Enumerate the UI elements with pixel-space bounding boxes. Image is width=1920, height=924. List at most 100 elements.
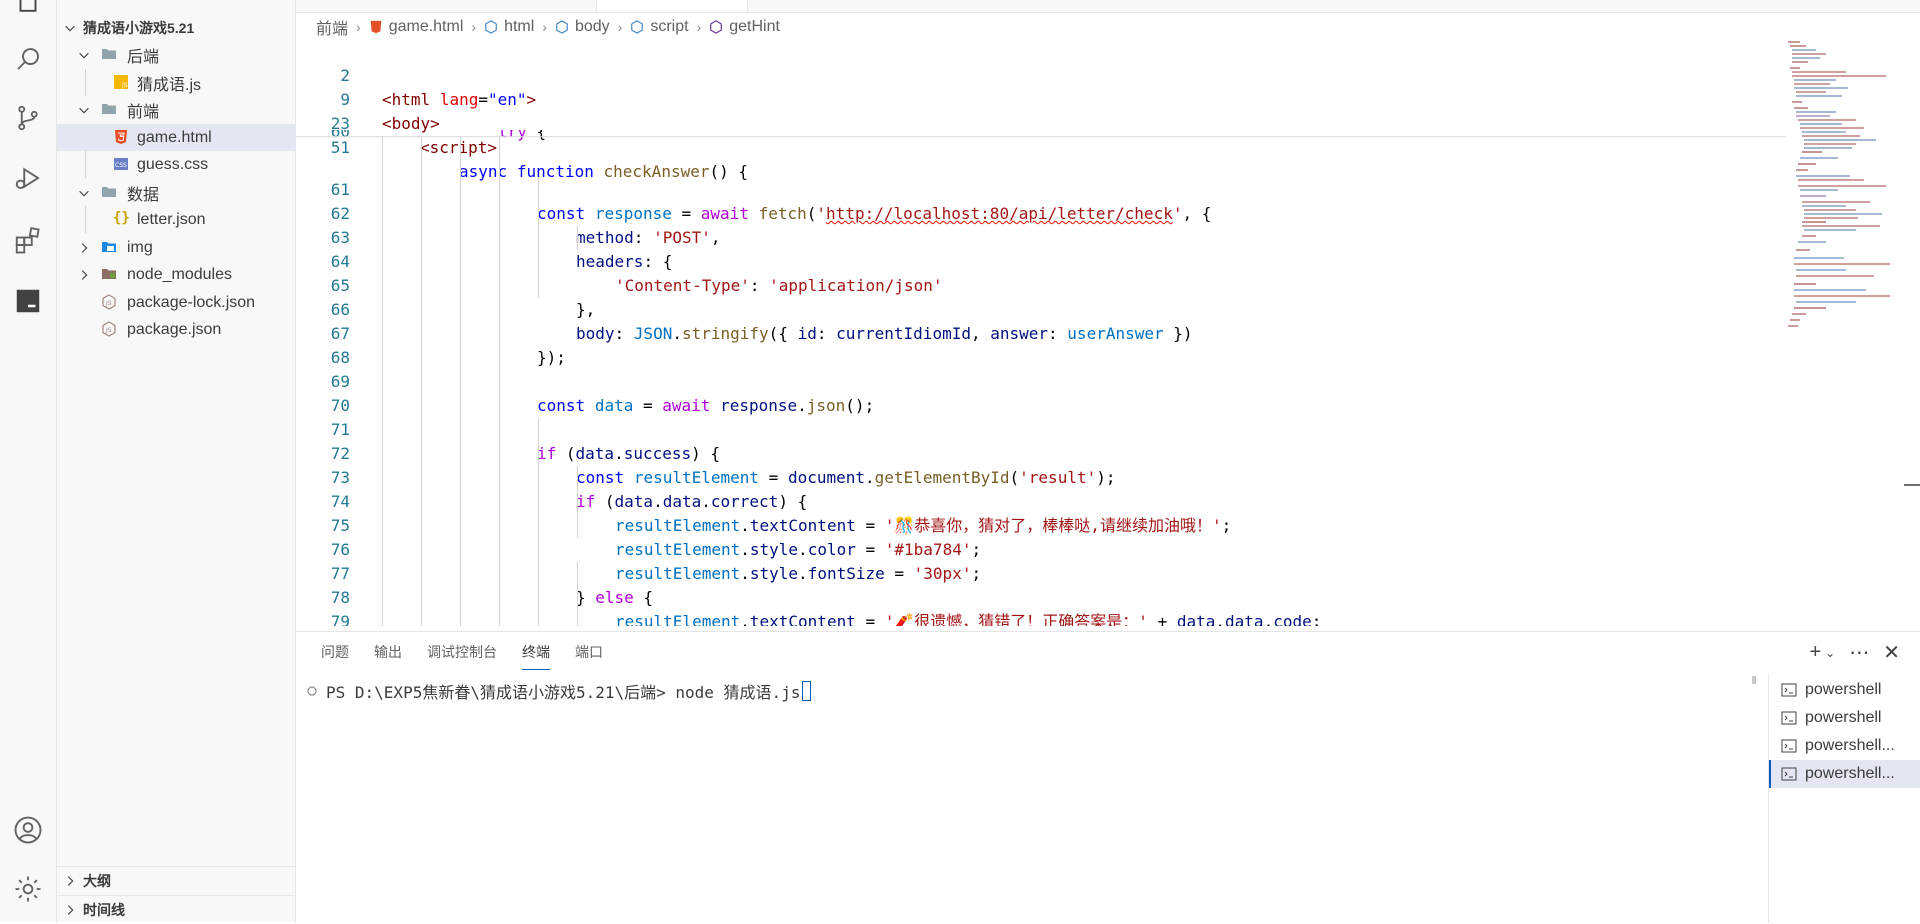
- image-folder-icon: [102, 242, 116, 252]
- code-line: 62 method: 'POST',: [296, 178, 1786, 247]
- chevron-right-icon: ›: [356, 19, 361, 35]
- terminal-item[interactable]: powershell...: [1769, 732, 1920, 760]
- code-line: 64 'Content-Type': 'application/json': [296, 226, 1786, 295]
- tab-debug-console[interactable]: 调试控制台: [427, 632, 497, 672]
- tree-item-file[interactable]: JS 猜成语.js: [57, 69, 296, 96]
- chevron-right-icon: ›: [617, 19, 623, 35]
- element-symbol-icon: [631, 20, 644, 34]
- chevron-down-icon[interactable]: ⌄: [1825, 646, 1835, 660]
- terminal-scrollbar[interactable]: [1752, 676, 1756, 684]
- chevron-right-icon: ›: [696, 19, 702, 35]
- chevron-down-icon: [65, 25, 75, 31]
- method-symbol-icon: [710, 20, 723, 34]
- tree-item-folder[interactable]: 前端: [57, 96, 296, 123]
- terminal-icon: [1781, 739, 1797, 753]
- breadcrumb: 前端 › game.html › html › body › script › …: [296, 14, 1920, 40]
- tab-output[interactable]: 输出: [374, 632, 402, 672]
- terminal-item-active[interactable]: powershell...: [1769, 760, 1920, 788]
- tab-ports[interactable]: 端口: [575, 632, 603, 672]
- tree-item-file[interactable]: JS package-lock.json: [57, 289, 296, 316]
- search-icon[interactable]: [12, 43, 44, 75]
- code-line: 65 },: [296, 250, 1786, 319]
- npm-json-icon: JS: [102, 321, 116, 337]
- chevron-right-icon: [81, 242, 88, 253]
- terminal-line[interactable]: PS D:\EXP5焦新眷\猜成语小游戏5.21\后端> node 猜成语.js: [306, 679, 812, 703]
- breadcrumb-symbol[interactable]: html: [484, 18, 534, 36]
- tree-item-label: 猜成语.js: [137, 76, 202, 94]
- extensions-icon[interactable]: [12, 224, 44, 256]
- code-line: 68: [296, 322, 1786, 367]
- breadcrumb-symbol[interactable]: body: [555, 18, 610, 36]
- indent-guide: [538, 418, 539, 626]
- chevron-right-icon: ›: [471, 19, 477, 35]
- terminal-item-label: powershell: [1805, 709, 1882, 726]
- tree-item-label: game.html: [137, 128, 212, 146]
- tab-terminal[interactable]: 终端: [522, 632, 550, 672]
- code-line: 75 resultElement.style.color = '#1ba784'…: [296, 490, 1786, 559]
- html-file-icon: [370, 20, 381, 34]
- breadcrumb-label: 前端: [316, 21, 349, 38]
- html-file-icon: [115, 130, 127, 144]
- outline-section[interactable]: 大纲: [57, 866, 296, 895]
- panel-tabs: 问题 输出 调试控制台 终端 端口: [296, 632, 603, 672]
- element-symbol-icon: [485, 20, 497, 34]
- tree-item-file[interactable]: JS package.json: [57, 316, 296, 343]
- breadcrumb-symbol[interactable]: script: [630, 18, 689, 36]
- explorer-root-label: 猜成语小游戏5.21: [83, 19, 195, 36]
- active-editor-tab[interactable]: [596, 0, 748, 12]
- tree-item-label: letter.json: [137, 210, 206, 228]
- breadcrumb-label: body: [574, 18, 610, 35]
- tree-item-folder[interactable]: node_modules: [57, 261, 296, 288]
- new-terminal-plus-icon[interactable]: +: [1809, 641, 1821, 664]
- tree-item-label: img: [127, 238, 153, 256]
- explorer-icon[interactable]: [12, 0, 44, 18]
- code-editor[interactable]: 2 <html lang="en"> 9 <body> 23 <script> …: [296, 40, 1786, 626]
- svg-text:CSS: CSS: [115, 162, 127, 169]
- explorer-root[interactable]: 猜成语小游戏5.21: [57, 14, 296, 41]
- tree-item-folder[interactable]: 后端: [57, 41, 296, 68]
- tree-item-file[interactable]: {} letter.json: [57, 206, 296, 233]
- minimap[interactable]: [1786, 40, 1892, 626]
- breadcrumb-file[interactable]: game.html: [369, 18, 463, 36]
- explorer-sidebar: 猜成语小游戏5.21 后端 JS 猜成语.js 前端 game.html CSS…: [57, 0, 296, 922]
- bottom-panel: 问题 输出 调试控制台 终端 端口 + ⌄ ⋯ ✕ PS D:\EXP5焦新眷\…: [296, 631, 1920, 923]
- tree-item-label: guess.css: [137, 155, 209, 173]
- indent-guide: [577, 466, 578, 538]
- terminal-item[interactable]: powershell: [1769, 676, 1920, 704]
- breadcrumb-label: html: [504, 18, 535, 35]
- folder-icon: [102, 49, 116, 59]
- tree-item-file-selected[interactable]: game.html: [57, 124, 296, 151]
- tree-item-file[interactable]: CSS guess.css: [57, 151, 296, 178]
- chevron-right-icon: [67, 876, 74, 886]
- editor-tab-strip: [296, 0, 1920, 13]
- npm-json-icon: JS: [102, 294, 116, 310]
- scroll-position-marker: [1904, 484, 1920, 486]
- terminal-prompt: PS D:\EXP5焦新眷\猜成语小游戏5.21\后端> node 猜成语.js: [326, 683, 801, 702]
- tree-item-folder[interactable]: 数据: [57, 179, 296, 206]
- close-panel-icon[interactable]: ✕: [1883, 640, 1900, 665]
- svg-text:JS: JS: [105, 300, 112, 307]
- terminal-view-icon[interactable]: [12, 285, 44, 317]
- run-debug-icon[interactable]: [12, 162, 44, 194]
- sticky-scroll-shadow: [296, 136, 1786, 138]
- timeline-section[interactable]: 时间线: [57, 895, 296, 924]
- terminal-item[interactable]: powershell: [1769, 704, 1920, 732]
- tree-item-label: node_modules: [127, 265, 232, 283]
- tab-problems[interactable]: 问题: [321, 632, 349, 672]
- terminal-item-label: powershell...: [1805, 737, 1895, 754]
- source-control-icon[interactable]: [12, 102, 44, 134]
- account-icon[interactable]: [12, 814, 44, 846]
- code-line: 80 resultElement.style.fontSize = '30px'…: [296, 610, 1786, 626]
- settings-gear-icon[interactable]: [12, 873, 44, 905]
- breadcrumb-symbol[interactable]: getHint: [709, 18, 780, 36]
- tree-item-folder[interactable]: img: [57, 234, 296, 261]
- code-line: 73 if (data.data.correct) {: [296, 442, 1786, 511]
- indent-guide: [577, 226, 578, 250]
- indent-guide: [577, 562, 578, 626]
- code-line: 61 const response = await fetch('http://…: [296, 154, 1786, 223]
- more-actions-icon[interactable]: ⋯: [1849, 640, 1869, 665]
- code-line: 72 const resultElement = document.getEle…: [296, 418, 1786, 487]
- breadcrumb-folder[interactable]: 前端: [316, 15, 348, 39]
- indent-guide: [421, 136, 422, 626]
- tree-item-label: 后端: [127, 48, 160, 66]
